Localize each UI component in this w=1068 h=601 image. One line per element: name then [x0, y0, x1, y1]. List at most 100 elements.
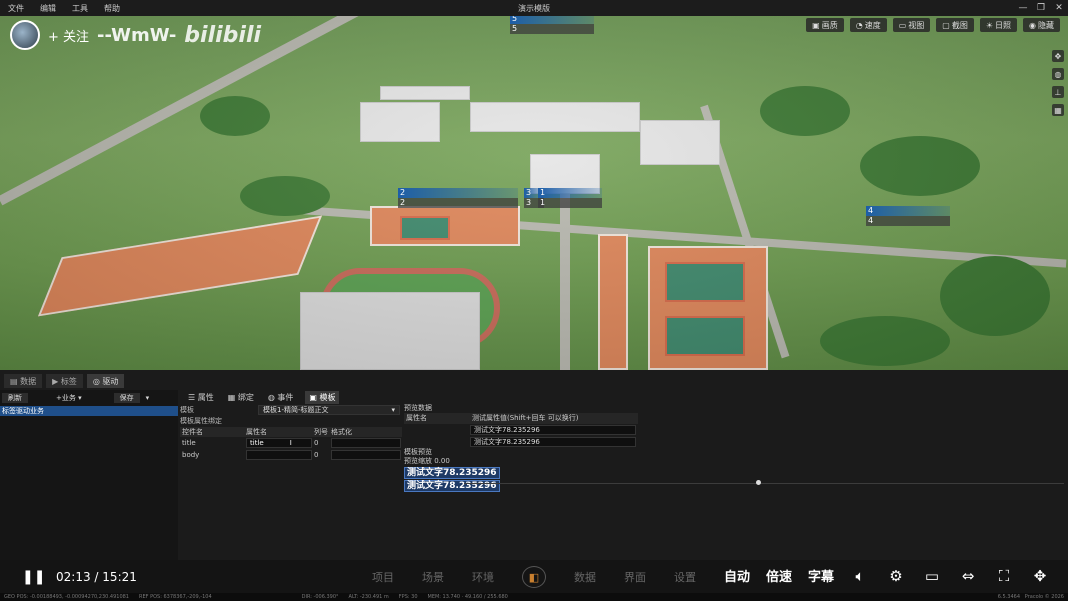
- nav-environment[interactable]: 环境: [472, 569, 494, 585]
- menu-tools[interactable]: 工具: [64, 3, 96, 14]
- volume-icon[interactable]: 🔈︎: [850, 567, 870, 585]
- minimize-icon[interactable]: —: [1018, 3, 1028, 13]
- direction: DIR: -006.390°: [301, 594, 339, 600]
- app-logo-icon[interactable]: ◧: [522, 566, 546, 588]
- preview-grid-header: 属性名 测试属性值(Shift+回车 可以换行): [404, 413, 638, 424]
- nav-interface[interactable]: 界面: [624, 569, 646, 585]
- property-name-input[interactable]: title I: [246, 438, 312, 448]
- subtitle-button[interactable]: 字幕: [808, 566, 834, 585]
- menu-edit[interactable]: 编辑: [32, 3, 64, 14]
- panel-tabs: ▤ 数据 ▶ 标签 ◎ 驱动: [4, 374, 125, 388]
- table-row: 测试文字78.235296: [404, 436, 1064, 448]
- template-select[interactable]: 模板1-精简-标题正文 ▾: [258, 404, 400, 415]
- hide-button[interactable]: ◉ 隐藏: [1023, 18, 1060, 32]
- tab-data[interactable]: ▤ 数据: [4, 374, 43, 388]
- fullscreen-icon[interactable]: ✥: [1030, 567, 1050, 585]
- bilibili-logo: bilibili: [184, 22, 262, 48]
- refresh-button[interactable]: 刷新: [2, 393, 28, 403]
- preview-scale-slider[interactable]: [464, 483, 1064, 484]
- nav-project[interactable]: 项目: [372, 569, 394, 585]
- move-icon[interactable]: ✥: [1052, 50, 1064, 62]
- slider-handle[interactable]: [756, 480, 761, 485]
- preview-scale-label: 预览缩放 0.00: [404, 457, 450, 465]
- template-label: 模板: [180, 405, 194, 414]
- layers-icon[interactable]: ▦: [1052, 104, 1064, 116]
- altitude: ALT: -230.491 m: [348, 594, 389, 600]
- format-input[interactable]: [331, 450, 401, 460]
- preview-value-input[interactable]: 测试文字78.235296: [470, 425, 636, 435]
- app-bottom-nav: 项目 场景 环境 ◧ 数据 界面 设置: [372, 566, 696, 588]
- pip-icon[interactable]: ▭: [922, 567, 942, 585]
- marker-5[interactable]: 5 5: [510, 16, 594, 34]
- marker-1[interactable]: 1 1: [538, 188, 602, 208]
- viewport-toolbar: ▣ 画质 ◔ 速度 ▭ 视图 ▢ 截图 ☀ 日照 ◉ 隐藏: [806, 18, 1060, 32]
- image-quality-button[interactable]: ▣ 画质: [806, 18, 844, 32]
- menu-file[interactable]: 文件: [0, 3, 32, 14]
- version-info: 6.5.3464 Pracolo © 2026: [997, 594, 1064, 600]
- menu-help[interactable]: 帮助: [96, 3, 128, 14]
- tab-binding[interactable]: ▦ 绑定: [226, 392, 256, 403]
- screenshot-button[interactable]: ▢ 截图: [936, 18, 974, 32]
- template-preview-label: 模板预览: [404, 448, 432, 456]
- window-title: 演示模版: [518, 3, 550, 13]
- eye-icon: ◉: [1029, 20, 1036, 30]
- follow-button[interactable]: + 关注: [48, 26, 89, 45]
- video-player-controls: ❚❚ 02:13 / 15:21 项目 场景 环境 ◧ 数据 界面 设置 自动 …: [0, 560, 1068, 593]
- speed-button[interactable]: ◔ 速度: [849, 18, 887, 32]
- pause-icon[interactable]: ❚❚: [22, 569, 45, 585]
- table-row: body 0: [180, 449, 402, 461]
- property-name-input[interactable]: [246, 450, 312, 460]
- binding-grid-header: 控件名 属性名 列号 格式化: [180, 427, 402, 437]
- table-row: title title I 0: [180, 437, 402, 449]
- marker-4[interactable]: 4 4: [866, 206, 950, 226]
- fullscreen-web-icon[interactable]: ⛶: [994, 567, 1014, 585]
- ref-position: REF POS: 6378367,-209,-104: [139, 594, 212, 600]
- save-dropdown-icon[interactable]: ▾: [146, 394, 150, 402]
- business-list: 刷新 +业务 ▾ 保存 ▾ 标签驱动业务: [0, 390, 178, 560]
- ruler-icon[interactable]: ⊥: [1052, 86, 1064, 98]
- nav-data[interactable]: 数据: [574, 569, 596, 585]
- business-toolbar: 刷新 +业务 ▾ 保存 ▾: [0, 392, 178, 404]
- tab-driver[interactable]: ◎ 驱动: [86, 374, 125, 388]
- sun-button[interactable]: ☀ 日照: [979, 18, 1018, 32]
- status-bar: GEO POS: -0.00188493, -0.00094270,230.49…: [0, 593, 1068, 601]
- preview-data-label: 预览数据: [404, 404, 432, 412]
- avatar[interactable]: [10, 20, 40, 50]
- preview-area: 预览数据 属性名 测试属性值(Shift+回车 可以换行) 测试文字78.235…: [404, 404, 1064, 560]
- business-tree-item[interactable]: 标签驱动业务: [0, 406, 178, 416]
- uploader-overlay: + 关注 --WmW- bilibili: [10, 20, 261, 50]
- view-button[interactable]: ▭ 视图: [892, 18, 931, 32]
- widescreen-icon[interactable]: ⇔: [958, 567, 978, 585]
- view-icon: ▭: [898, 20, 907, 30]
- speed-icon: ◔: [855, 20, 863, 30]
- screenshot-icon: ▢: [942, 20, 950, 30]
- globe-icon[interactable]: ◍: [1052, 68, 1064, 80]
- preview-label: 测试文字78.235296: [404, 480, 500, 492]
- tab-template[interactable]: ▣ 模板: [305, 390, 340, 404]
- restore-icon[interactable]: ❐: [1036, 3, 1046, 13]
- memory: MEM: 13.740 · 49.160 / 255.680: [427, 594, 508, 600]
- playback-time: 02:13 / 15:21: [56, 570, 137, 584]
- quality-auto-button[interactable]: 自动: [724, 566, 750, 585]
- geo-position: GEO POS: -0.00188493, -0.00094270,230.49…: [4, 594, 129, 600]
- window-controls: — ❐ ✕: [1018, 0, 1064, 16]
- template-editor: ☰ 属性 ▦ 绑定 ◍ 事件 ▣ 模板 模板 模板1-精简-标题正文 ▾ 模板属…: [180, 390, 402, 560]
- format-input[interactable]: [331, 438, 401, 448]
- gear-icon[interactable]: ⚙: [886, 567, 906, 585]
- preview-output: 测试文字78.235296 测试文字78.235296: [404, 466, 1064, 492]
- scene-viewport[interactable]: + 关注 --WmW- bilibili ▣ 画质 ◔ 速度 ▭ 视图 ▢ 截图 ☀ 日照…: [0, 16, 1068, 370]
- tab-properties[interactable]: ☰ 属性: [186, 392, 216, 403]
- uploader-name: --WmW-: [97, 24, 177, 46]
- save-button[interactable]: 保存: [113, 393, 140, 403]
- preview-value-input[interactable]: 测试文字78.235296: [470, 437, 636, 447]
- marker-2[interactable]: 2 2: [398, 188, 518, 208]
- close-icon[interactable]: ✕: [1054, 3, 1064, 13]
- tab-events[interactable]: ◍ 事件: [266, 392, 296, 403]
- add-business-button[interactable]: +业务 ▾: [56, 393, 82, 403]
- preview-label: 测试文字78.235296: [404, 467, 500, 479]
- tab-tags[interactable]: ▶ 标签: [46, 374, 83, 388]
- nav-settings[interactable]: 设置: [674, 569, 696, 585]
- tag-icon: ▶: [52, 376, 59, 386]
- nav-scene[interactable]: 场景: [422, 569, 444, 585]
- speed-button[interactable]: 倍速: [766, 566, 792, 585]
